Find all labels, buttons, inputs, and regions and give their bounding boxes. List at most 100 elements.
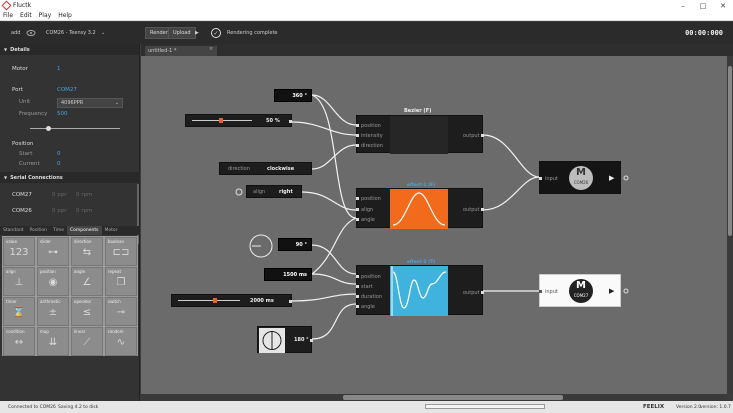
- component-map[interactable]: map ⇊: [37, 327, 69, 356]
- play-icon[interactable]: ▶: [609, 287, 614, 295]
- scroll-thumb[interactable]: [343, 395, 563, 400]
- component-timer[interactable]: timer ⌛: [3, 297, 35, 326]
- tab-motor[interactable]: Motor: [102, 226, 121, 235]
- component-label: random: [108, 329, 124, 334]
- input-port[interactable]: [356, 295, 359, 298]
- play-icon[interactable]: ▶: [195, 30, 199, 36]
- component-align[interactable]: align ⊥: [3, 267, 35, 296]
- horizontal-scrollbar[interactable]: [141, 394, 727, 401]
- frequency-slider-track[interactable]: [30, 128, 120, 129]
- output-port[interactable]: [481, 134, 484, 137]
- input-port[interactable]: [356, 124, 359, 127]
- tab-time[interactable]: Time: [50, 226, 67, 235]
- radio-icon[interactable]: [235, 188, 243, 196]
- output-port[interactable]: [481, 208, 484, 211]
- align-value[interactable]: right: [279, 189, 293, 195]
- menu-help[interactable]: Help: [58, 12, 72, 19]
- component-angle[interactable]: angle ∠: [71, 267, 103, 296]
- component-slider[interactable]: slider ⊶: [37, 237, 69, 266]
- input-port[interactable]: [356, 218, 359, 221]
- close-window-button[interactable]: ✕: [713, 0, 733, 11]
- port-value[interactable]: COM27: [57, 87, 77, 93]
- vertical-scrollbar[interactable]: [727, 56, 733, 394]
- chevron-down-icon[interactable]: ⌄: [101, 30, 105, 36]
- component-boolean[interactable]: boolean ⊏⊐: [105, 237, 137, 266]
- frequency-slider-knob[interactable]: [46, 126, 51, 131]
- output-ring-icon[interactable]: [623, 175, 629, 181]
- angle-node-360[interactable]: 360 °: [274, 89, 312, 102]
- angle-dial-icon[interactable]: [259, 328, 285, 353]
- component-condition[interactable]: condition ↔: [3, 327, 35, 356]
- tab-standard[interactable]: Standard: [0, 226, 26, 235]
- unit-select[interactable]: 4096PPR ⌄: [57, 98, 123, 108]
- output-port[interactable]: [289, 300, 292, 303]
- angle-dial-icon[interactable]: [248, 233, 274, 259]
- add-button[interactable]: add: [11, 30, 20, 36]
- motor-node-com27[interactable]: input M COM27 ▶: [539, 274, 621, 307]
- effect2-node[interactable]: effect-2 (T) position start duration ang…: [356, 260, 484, 316]
- panel-scrollbar[interactable]: [137, 184, 139, 244]
- direction-value[interactable]: clockwise: [267, 166, 294, 172]
- input-port[interactable]: [539, 177, 542, 180]
- slider-thumb[interactable]: [213, 298, 217, 303]
- serial-port[interactable]: COM26: [12, 208, 32, 214]
- input-port[interactable]: [356, 134, 359, 137]
- scroll-thumb[interactable]: [728, 66, 732, 236]
- output-port[interactable]: [481, 291, 484, 294]
- tab-components[interactable]: Components: [67, 226, 102, 235]
- input-port[interactable]: [356, 144, 359, 147]
- effect1-curve-preview: [390, 189, 448, 229]
- minimize-button[interactable]: –: [673, 0, 693, 11]
- output-ring-icon[interactable]: [623, 288, 629, 294]
- duration-node[interactable]: 1500 ms: [264, 268, 312, 281]
- component-position[interactable]: position ◉: [37, 267, 69, 296]
- input-port[interactable]: [539, 290, 542, 293]
- angle-node-180[interactable]: 180 °: [257, 326, 313, 353]
- output-label: output: [463, 133, 480, 139]
- tab-untitled[interactable]: untitled-1 *: [145, 46, 217, 56]
- time-slider-node[interactable]: 2000 ms: [171, 294, 292, 307]
- serial-port[interactable]: COM27: [12, 192, 32, 198]
- slider-thumb[interactable]: [219, 118, 223, 123]
- component-value[interactable]: value 123: [3, 237, 35, 266]
- motor-node-com26[interactable]: input M COM26 ▶: [539, 161, 621, 194]
- input-port[interactable]: [356, 275, 359, 278]
- intensity-slider-node[interactable]: 50 %: [185, 114, 292, 127]
- details-header[interactable]: ▼ Details: [0, 44, 139, 55]
- align-node[interactable]: align right: [246, 185, 302, 198]
- link-icon[interactable]: [26, 29, 36, 37]
- frequency-value[interactable]: 500: [57, 111, 68, 117]
- slider-track[interactable]: [178, 300, 240, 301]
- device-select[interactable]: COM26 - Teensy 3.2: [46, 30, 96, 36]
- component-linear[interactable]: linear ⟋: [71, 327, 103, 356]
- component-switch[interactable]: switch ⊸: [105, 297, 137, 326]
- component-operator[interactable]: operator ≤: [71, 297, 103, 326]
- input-port[interactable]: [356, 197, 359, 200]
- start-value[interactable]: 0: [57, 151, 61, 157]
- component-arithmetic[interactable]: arithmetic ±: [37, 297, 69, 326]
- play-icon[interactable]: ▶: [609, 174, 614, 182]
- menu-edit[interactable]: Edit: [20, 12, 32, 19]
- component-repeat[interactable]: repeat ❐: [105, 267, 137, 296]
- input-port[interactable]: [356, 285, 359, 288]
- input-port[interactable]: [356, 208, 359, 211]
- output-port[interactable]: [289, 120, 292, 123]
- effect2-curve-preview: [390, 266, 448, 316]
- node-canvas[interactable]: 360 ° 50 % direction clockwise align rig…: [141, 56, 727, 394]
- input-port[interactable]: [356, 305, 359, 308]
- upload-button[interactable]: Upload: [168, 27, 196, 39]
- bezier-node[interactable]: Bezier (F) position intensity direction …: [356, 108, 484, 154]
- direction-node[interactable]: direction clockwise: [219, 162, 312, 175]
- serial-header[interactable]: ▼ Serial Connections: [0, 172, 140, 183]
- tab-position[interactable]: Position: [26, 226, 50, 235]
- effect1-node[interactable]: effect-1 (F) position align angle output: [356, 183, 484, 229]
- component-random[interactable]: random ∿: [105, 327, 137, 356]
- component-direction[interactable]: direction ⇆: [71, 237, 103, 266]
- menu-play[interactable]: Play: [39, 12, 52, 19]
- motor-value[interactable]: 1: [57, 66, 61, 72]
- output-port[interactable]: [310, 339, 313, 342]
- menu-file[interactable]: File: [3, 12, 13, 19]
- close-tab-icon[interactable]: ×: [209, 46, 213, 52]
- angle-node-90[interactable]: 90 °: [278, 238, 312, 251]
- maximize-button[interactable]: □: [693, 0, 713, 11]
